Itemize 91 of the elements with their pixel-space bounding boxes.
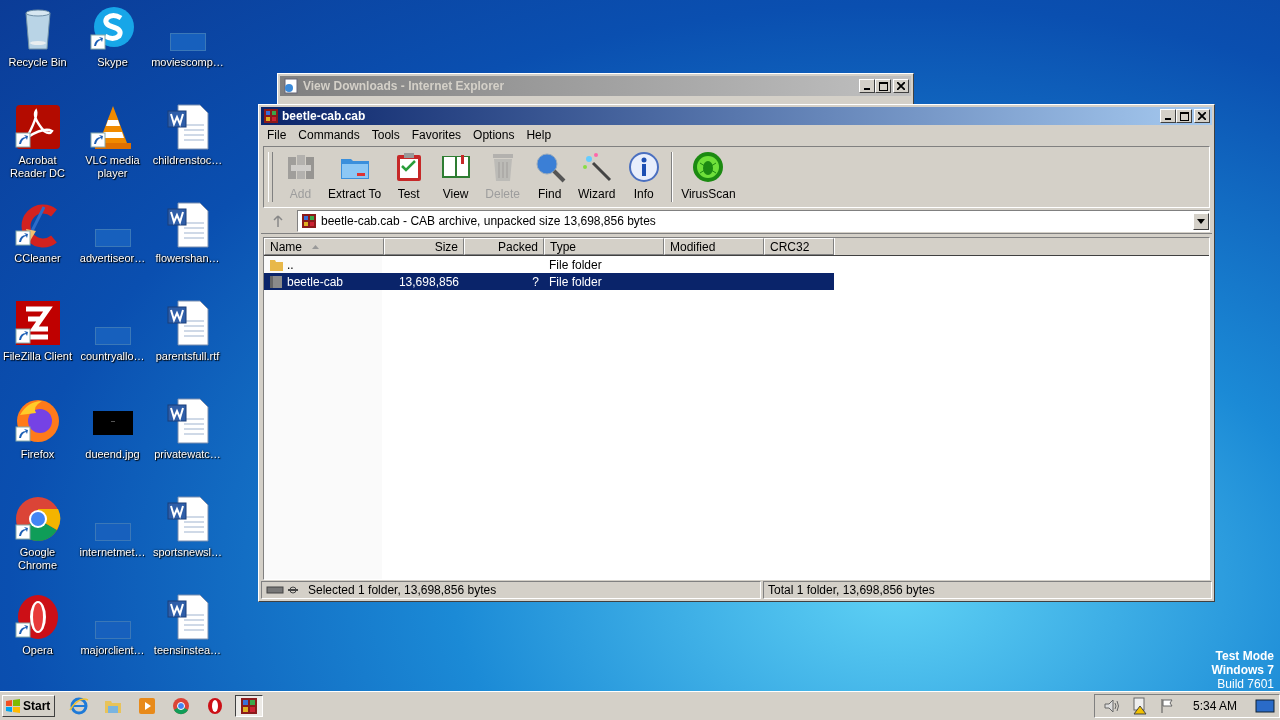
- close-icon: [1198, 112, 1206, 120]
- icon-label[interactable]: dueend.jpg: [85, 448, 140, 461]
- globe-page-icon: [283, 78, 299, 94]
- minimize-button[interactable]: [1160, 109, 1176, 123]
- icon-label[interactable]: Google Chrome: [0, 546, 75, 572]
- close-button[interactable]: [1194, 109, 1210, 123]
- path-text: beetle-cab.cab - CAB archive, unpacked size 13,698,856 bytes: [321, 214, 657, 228]
- icon-label[interactable]: flowershan…: [155, 252, 220, 265]
- window-title: beetle-cab.cab: [282, 109, 366, 123]
- menu-item[interactable]: Commands: [292, 126, 366, 144]
- icon-label[interactable]: advertiseor…: [79, 252, 146, 265]
- maximize-button[interactable]: [1176, 109, 1192, 123]
- status-text: Total 1 folder, 13,698,856 bytes: [768, 583, 935, 597]
- minimize-button[interactable]: [859, 79, 875, 93]
- column-header[interactable]: Size: [384, 238, 464, 255]
- flag-icon: [1158, 698, 1175, 714]
- chrome-icon: [171, 696, 192, 716]
- icon-label[interactable]: CCleaner: [14, 252, 61, 265]
- table-cell: File folder: [549, 257, 602, 272]
- os-notice-text: Test Mode: [1215, 649, 1274, 663]
- archive-icon: [263, 108, 279, 124]
- archive-icon: [301, 213, 317, 229]
- table-cell: beetle-cab: [287, 274, 344, 289]
- icon-label[interactable]: countryallo…: [80, 350, 145, 363]
- icon-label[interactable]: Acrobat Reader DC: [0, 154, 75, 180]
- icon-label[interactable]: Firefox: [20, 448, 55, 461]
- icon-label[interactable]: teensinstea…: [153, 644, 222, 657]
- table-cell: 13,698,856: [398, 274, 459, 289]
- os-notice-text: Windows 7: [1211, 663, 1274, 677]
- play-icon: [137, 696, 158, 716]
- menu-item[interactable]: Help: [520, 126, 558, 144]
- menu-item[interactable]: File: [261, 126, 293, 144]
- folder-icon: [269, 274, 284, 289]
- icon-label[interactable]: Opera: [22, 644, 53, 657]
- toolbar-button[interactable]: VirusScan: [677, 147, 740, 207]
- magic-wand-icon: [580, 151, 613, 183]
- column-header[interactable]: Modified: [664, 238, 764, 255]
- icon-label[interactable]: Skype: [97, 56, 128, 69]
- icon-label[interactable]: sportsnewsl…: [152, 546, 223, 559]
- clock[interactable]: 5:34 AM: [1192, 699, 1237, 713]
- info-icon: [627, 151, 660, 183]
- column-header[interactable]: Name: [264, 238, 384, 255]
- archive-icon: [239, 696, 260, 716]
- column-header[interactable]: CRC32: [764, 238, 834, 255]
- os-notice-text: Build 7601: [1217, 677, 1274, 691]
- icon-label[interactable]: moviescomp…: [151, 56, 224, 69]
- file-row[interactable]: .. File folder: [264, 256, 834, 273]
- column-header[interactable]: Packed: [464, 238, 544, 255]
- toolbar-button[interactable]: Wizard: [573, 147, 621, 207]
- table-cell: ?: [532, 274, 539, 289]
- toolbar-button[interactable]: Info: [620, 147, 668, 207]
- icon-label[interactable]: childrenstoc…: [152, 154, 223, 167]
- network-warning-icon: [1130, 697, 1149, 715]
- icon-label[interactable]: Recycle Bin: [8, 56, 67, 69]
- column-header[interactable]: Type: [544, 238, 664, 255]
- status-text: Selected 1 folder, 13,698,856 bytes: [308, 583, 497, 597]
- path-field[interactable]: beetle-cab.cab - CAB archive, unpacked size 13,698,856 bytes: [297, 210, 1210, 232]
- bug-icon: [692, 151, 725, 183]
- start-button[interactable]: Start: [2, 695, 56, 717]
- icon-label[interactable]: majorclient…: [80, 644, 145, 657]
- search-icon: [533, 151, 566, 183]
- file-row[interactable]: beetle-cab 13,698,856 ? File folder: [264, 273, 834, 290]
- sort-up-icon: [312, 244, 319, 249]
- caret-icon: [1197, 218, 1205, 224]
- dropdown-button[interactable]: [1193, 212, 1209, 230]
- table-cell: File folder: [549, 274, 602, 289]
- menu-item[interactable]: Tools: [365, 126, 406, 144]
- table-cell: ..: [287, 257, 294, 272]
- window-title: View Downloads - Internet Explorer: [303, 79, 505, 93]
- toolbar-button[interactable]: Test: [385, 147, 433, 207]
- browser-icon: [69, 696, 90, 716]
- icon-label[interactable]: privatewatc…: [154, 448, 221, 461]
- windows-logo-icon: [5, 699, 21, 713]
- toolbar-button[interactable]: View: [432, 147, 480, 207]
- up-arrow-icon: [273, 215, 283, 227]
- icon-label[interactable]: VLC media player: [75, 154, 150, 180]
- menu-item[interactable]: Favorites: [405, 126, 468, 144]
- icon-label[interactable]: FileZilla Client: [2, 350, 73, 363]
- speaker-icon: [1102, 698, 1121, 714]
- show-desktop-icon: [1255, 698, 1275, 714]
- close-button[interactable]: [893, 79, 909, 93]
- toolbar-button[interactable]: Find: [526, 147, 574, 207]
- menu-item[interactable]: Options: [467, 126, 521, 144]
- icon-label[interactable]: internetmet…: [79, 546, 146, 559]
- maximize-icon: [878, 81, 888, 91]
- toolbar-button[interactable]: Extract To: [324, 147, 386, 207]
- maximize-icon: [1179, 111, 1189, 121]
- maximize-button[interactable]: [875, 79, 891, 93]
- icon-label[interactable]: parentsfull.rtf: [155, 350, 220, 363]
- taskbar-button[interactable]: [235, 695, 264, 717]
- close-icon: [897, 82, 905, 90]
